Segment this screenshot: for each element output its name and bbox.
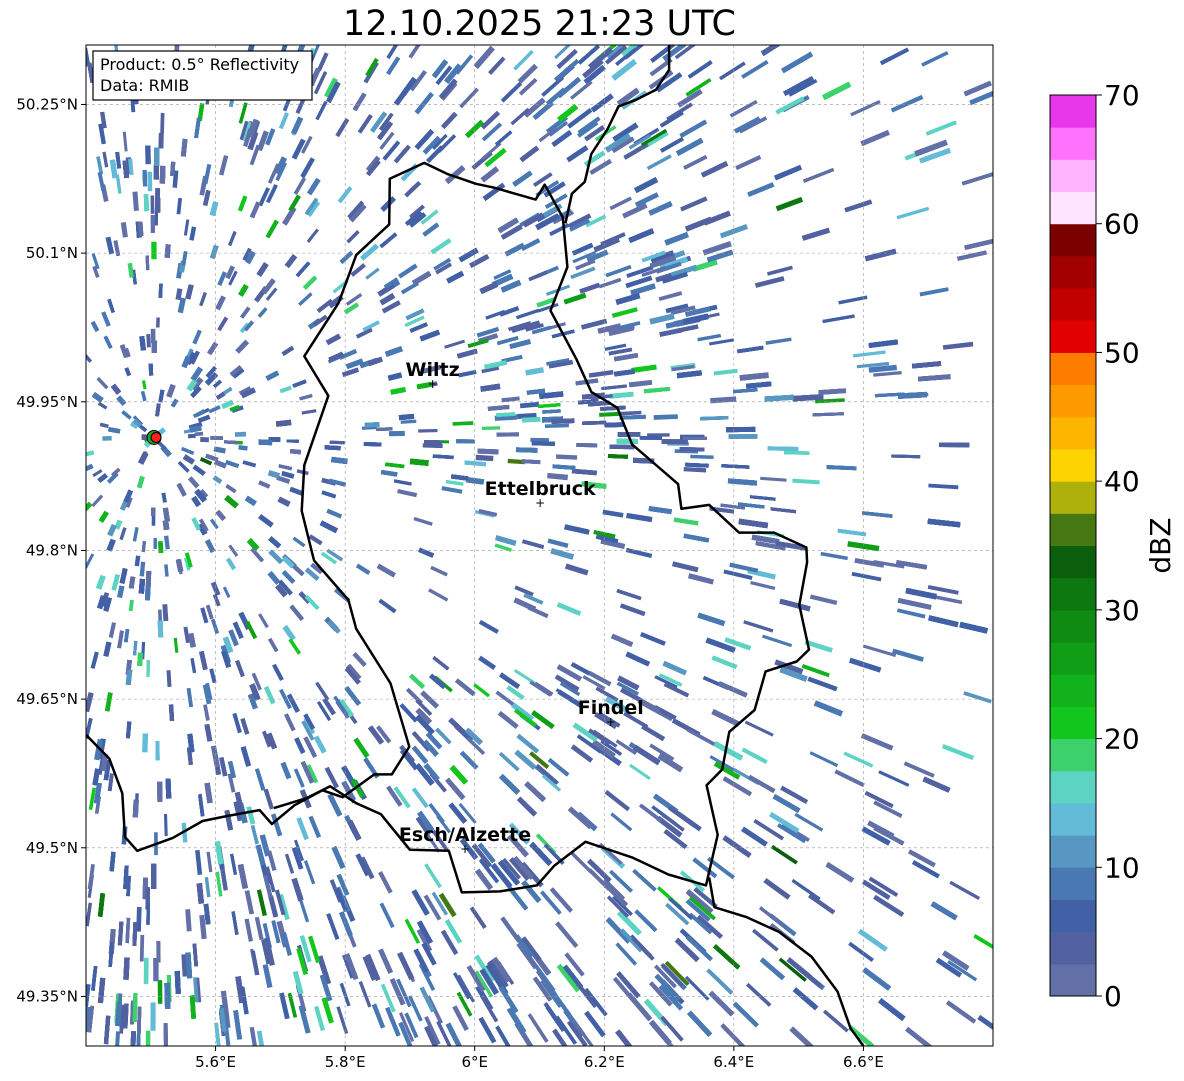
echo-cell	[150, 195, 155, 214]
echo-cell	[160, 112, 165, 134]
echo-cell	[158, 283, 163, 298]
echo-cell	[154, 147, 160, 167]
echo-cell	[188, 434, 196, 439]
echo-cell	[783, 450, 810, 455]
echo-cell	[551, 418, 575, 424]
echo-cell	[481, 426, 501, 431]
echo-cell	[145, 145, 151, 165]
echo-cell	[364, 422, 380, 428]
echo-cell	[151, 241, 157, 260]
echo-cell	[150, 1002, 156, 1031]
echo-cell	[477, 448, 499, 455]
echo-cell	[137, 221, 144, 237]
echo-cell	[151, 340, 158, 353]
echo-cell	[153, 164, 160, 180]
echo-cell	[604, 422, 625, 428]
echo-cell	[363, 442, 382, 447]
echo-cell	[164, 982, 171, 1009]
echo-cell	[576, 443, 598, 448]
echo-cell	[607, 454, 629, 459]
echo-cell	[163, 1023, 169, 1046]
echo-cell	[418, 428, 438, 433]
echo-cell	[137, 652, 143, 666]
echo-cell	[456, 439, 475, 444]
echo-cell	[157, 541, 164, 554]
echo-cell	[210, 436, 223, 440]
echo-cell	[258, 439, 273, 446]
echo-cell	[102, 436, 112, 441]
echo-cell	[609, 444, 635, 450]
echo-cell	[147, 171, 153, 192]
echo-cell	[137, 1006, 142, 1034]
echo-cell	[682, 436, 707, 441]
echo-cell	[145, 586, 151, 601]
echo-cell	[194, 431, 204, 437]
echo-cell	[679, 447, 705, 452]
echo-cell	[151, 515, 156, 526]
echo-cell	[156, 317, 160, 328]
echo-cell	[155, 740, 160, 761]
echo-cell	[475, 454, 494, 462]
echo-cell	[145, 1030, 151, 1046]
echo-cell	[234, 431, 247, 437]
echo-cell	[157, 781, 163, 802]
echo-cell	[286, 439, 299, 443]
echo-cell	[653, 414, 678, 420]
echo-cell	[767, 446, 799, 451]
echo-cell	[163, 813, 168, 837]
echo-cell	[156, 940, 161, 963]
echo-cell	[139, 934, 145, 962]
echo-cell	[143, 957, 149, 985]
echo-cell	[496, 432, 520, 437]
echo-cell	[200, 437, 210, 443]
echo-cell	[146, 334, 151, 348]
echo-cell	[151, 507, 156, 516]
echo-cell	[146, 660, 150, 678]
echo-cell	[164, 244, 171, 258]
echo-cell	[157, 980, 163, 1004]
echo-cell	[544, 423, 569, 428]
echo-cell	[145, 255, 150, 271]
echo-cell	[154, 197, 161, 213]
echo-cell	[329, 440, 345, 445]
echo-cell	[531, 441, 555, 446]
echo-cell	[376, 427, 393, 431]
echo-cell	[148, 363, 154, 376]
echo-cell	[146, 902, 150, 925]
echo-cell	[521, 416, 541, 423]
echo-cell	[132, 799, 139, 818]
echo-cell	[388, 430, 405, 437]
echo-cell	[423, 440, 442, 445]
echo-cell	[157, 620, 164, 638]
echo-cell	[728, 434, 758, 439]
echo-cell	[616, 438, 639, 444]
echo-cell	[165, 778, 172, 799]
echo-cell	[142, 733, 149, 753]
echo-cell	[151, 863, 157, 889]
echo-cell	[158, 132, 164, 149]
echo-cell	[939, 442, 970, 448]
radar-map-figure: +Wiltz+Ettelbruck+Findel+Esch/Alzette 5.…	[16, 44, 1177, 1071]
